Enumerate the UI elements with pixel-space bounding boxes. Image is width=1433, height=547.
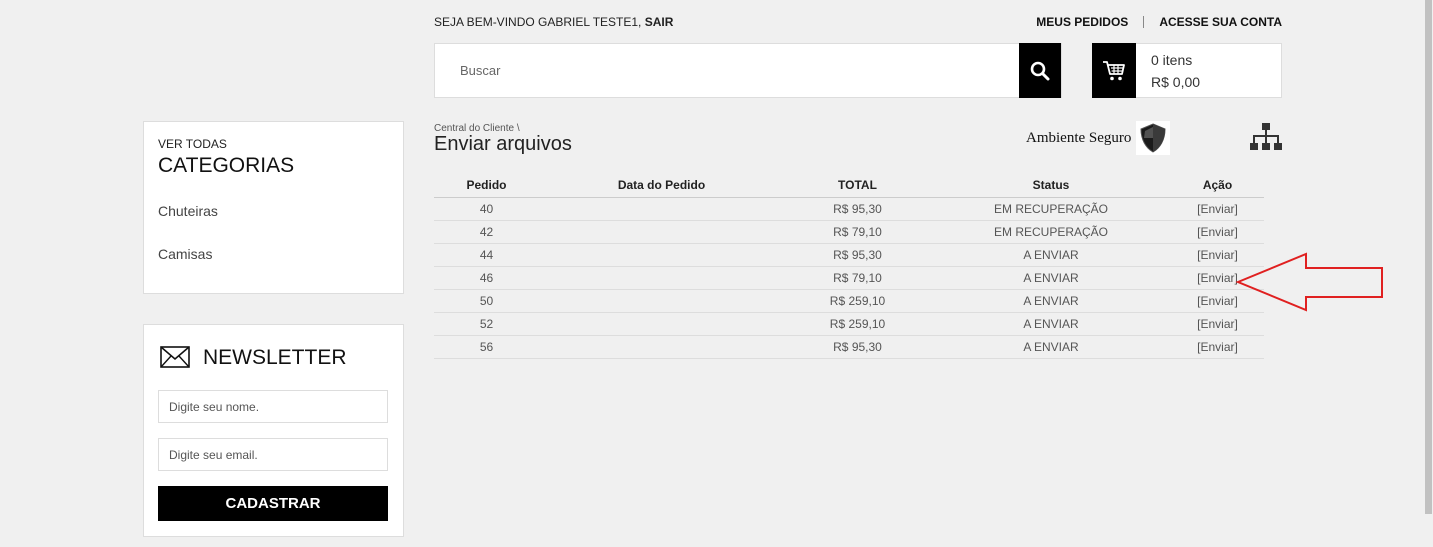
cell-total: R$ 95,30 bbox=[784, 335, 931, 359]
cell-status: EM RECUPERAÇÃO bbox=[931, 197, 1171, 221]
column-header-total: TOTAL bbox=[784, 174, 931, 198]
send-link[interactable]: [Enviar] bbox=[1171, 197, 1264, 221]
table-row: 50 R$ 259,10 A ENVIAR [Enviar] bbox=[434, 289, 1264, 313]
send-link[interactable]: [Enviar] bbox=[1171, 335, 1264, 359]
table-header-row: Pedido Data do Pedido TOTAL Status Ação bbox=[434, 174, 1264, 198]
cell-total: R$ 95,30 bbox=[784, 243, 931, 267]
secure-badge: Ambiente Seguro bbox=[1026, 121, 1171, 155]
column-header-pedido: Pedido bbox=[434, 174, 539, 198]
cart-icon-box[interactable] bbox=[1092, 43, 1136, 98]
cell-data bbox=[539, 335, 784, 359]
cell-status: A ENVIAR bbox=[931, 312, 1171, 336]
category-item-camisas[interactable]: Camisas bbox=[158, 246, 212, 262]
cell-total: R$ 259,10 bbox=[784, 289, 931, 313]
categories-title: CATEGORIAS bbox=[158, 154, 295, 177]
welcome-text: SEJA BEM-VINDO GABRIEL TESTE1, bbox=[434, 15, 645, 29]
scrollbar-thumb[interactable] bbox=[1425, 0, 1432, 514]
cart-total: R$ 0,00 bbox=[1151, 74, 1201, 90]
cell-pedido: 42 bbox=[434, 220, 539, 244]
account-link[interactable]: ACESSE SUA CONTA bbox=[1159, 15, 1282, 29]
categories-see-all[interactable]: VER TODAS bbox=[158, 137, 227, 151]
column-header-data: Data do Pedido bbox=[539, 174, 784, 198]
newsletter-submit-button[interactable]: CADASTRAR bbox=[158, 486, 388, 521]
cell-pedido: 44 bbox=[434, 243, 539, 267]
cell-pedido: 52 bbox=[434, 312, 539, 336]
search-button[interactable] bbox=[1019, 43, 1061, 98]
account-links: MEUS PEDIDOS ACESSE SUA CONTA bbox=[1036, 15, 1282, 29]
orders-table: Pedido Data do Pedido TOTAL Status Ação … bbox=[434, 174, 1264, 359]
welcome-message: SEJA BEM-VINDO GABRIEL TESTE1, SAIR bbox=[434, 15, 673, 29]
cell-data bbox=[539, 197, 784, 221]
divider bbox=[1143, 16, 1145, 28]
column-header-status: Status bbox=[931, 174, 1171, 198]
cell-pedido: 40 bbox=[434, 197, 539, 221]
shield-icon bbox=[1136, 121, 1171, 155]
table-row: 46 R$ 79,10 A ENVIAR [Enviar] bbox=[434, 266, 1264, 290]
annotation-arrow-icon bbox=[1235, 252, 1383, 312]
category-item-chuteiras[interactable]: Chuteiras bbox=[158, 203, 218, 219]
search-input[interactable] bbox=[435, 44, 1021, 97]
page-scrollbar[interactable] bbox=[1424, 0, 1433, 547]
search-icon bbox=[1030, 61, 1050, 80]
cell-status: A ENVIAR bbox=[931, 266, 1171, 290]
newsletter-name-input[interactable] bbox=[158, 390, 388, 423]
mini-cart[interactable]: 0 itens R$ 0,00 bbox=[1092, 43, 1282, 98]
cell-status: A ENVIAR bbox=[931, 335, 1171, 359]
search-bar bbox=[434, 43, 1062, 98]
cell-total: R$ 79,10 bbox=[784, 220, 931, 244]
page-title: Enviar arquivos bbox=[434, 133, 572, 155]
table-row: 42 R$ 79,10 EM RECUPERAÇÃO [Enviar] bbox=[434, 220, 1264, 244]
cell-data bbox=[539, 289, 784, 313]
table-row: 52 R$ 259,10 A ENVIAR [Enviar] bbox=[434, 312, 1264, 336]
send-link[interactable]: [Enviar] bbox=[1171, 312, 1264, 336]
secure-label: Ambiente Seguro bbox=[1026, 129, 1132, 146]
cell-status: A ENVIAR bbox=[931, 289, 1171, 313]
cell-status: A ENVIAR bbox=[931, 243, 1171, 267]
table-row: 56 R$ 95,30 A ENVIAR [Enviar] bbox=[434, 335, 1264, 359]
cell-pedido: 46 bbox=[434, 266, 539, 290]
cell-data bbox=[539, 312, 784, 336]
newsletter-email-input[interactable] bbox=[158, 438, 388, 471]
column-header-acao: Ação bbox=[1171, 174, 1264, 198]
newsletter-panel: NEWSLETTER CADASTRAR bbox=[143, 324, 404, 537]
my-orders-link[interactable]: MEUS PEDIDOS bbox=[1036, 15, 1128, 29]
cart-icon bbox=[1103, 60, 1125, 80]
logout-link[interactable]: SAIR bbox=[645, 15, 674, 29]
cell-pedido: 50 bbox=[434, 289, 539, 313]
sitemap-icon[interactable] bbox=[1250, 123, 1282, 151]
cell-pedido: 56 bbox=[434, 335, 539, 359]
cell-data bbox=[539, 220, 784, 244]
newsletter-title: NEWSLETTER bbox=[203, 346, 347, 369]
table-row: 40 R$ 95,30 EM RECUPERAÇÃO [Enviar] bbox=[434, 197, 1264, 221]
cell-status: EM RECUPERAÇÃO bbox=[931, 220, 1171, 244]
envelope-icon bbox=[160, 346, 190, 368]
cell-total: R$ 259,10 bbox=[784, 312, 931, 336]
table-row: 44 R$ 95,30 A ENVIAR [Enviar] bbox=[434, 243, 1264, 267]
categories-panel: VER TODAS CATEGORIAS Chuteiras Camisas bbox=[143, 121, 404, 294]
cell-total: R$ 95,30 bbox=[784, 197, 931, 221]
cell-total: R$ 79,10 bbox=[784, 266, 931, 290]
cart-item-count: 0 itens bbox=[1151, 52, 1193, 68]
cell-data bbox=[539, 266, 784, 290]
cell-data bbox=[539, 243, 784, 267]
send-link[interactable]: [Enviar] bbox=[1171, 220, 1264, 244]
